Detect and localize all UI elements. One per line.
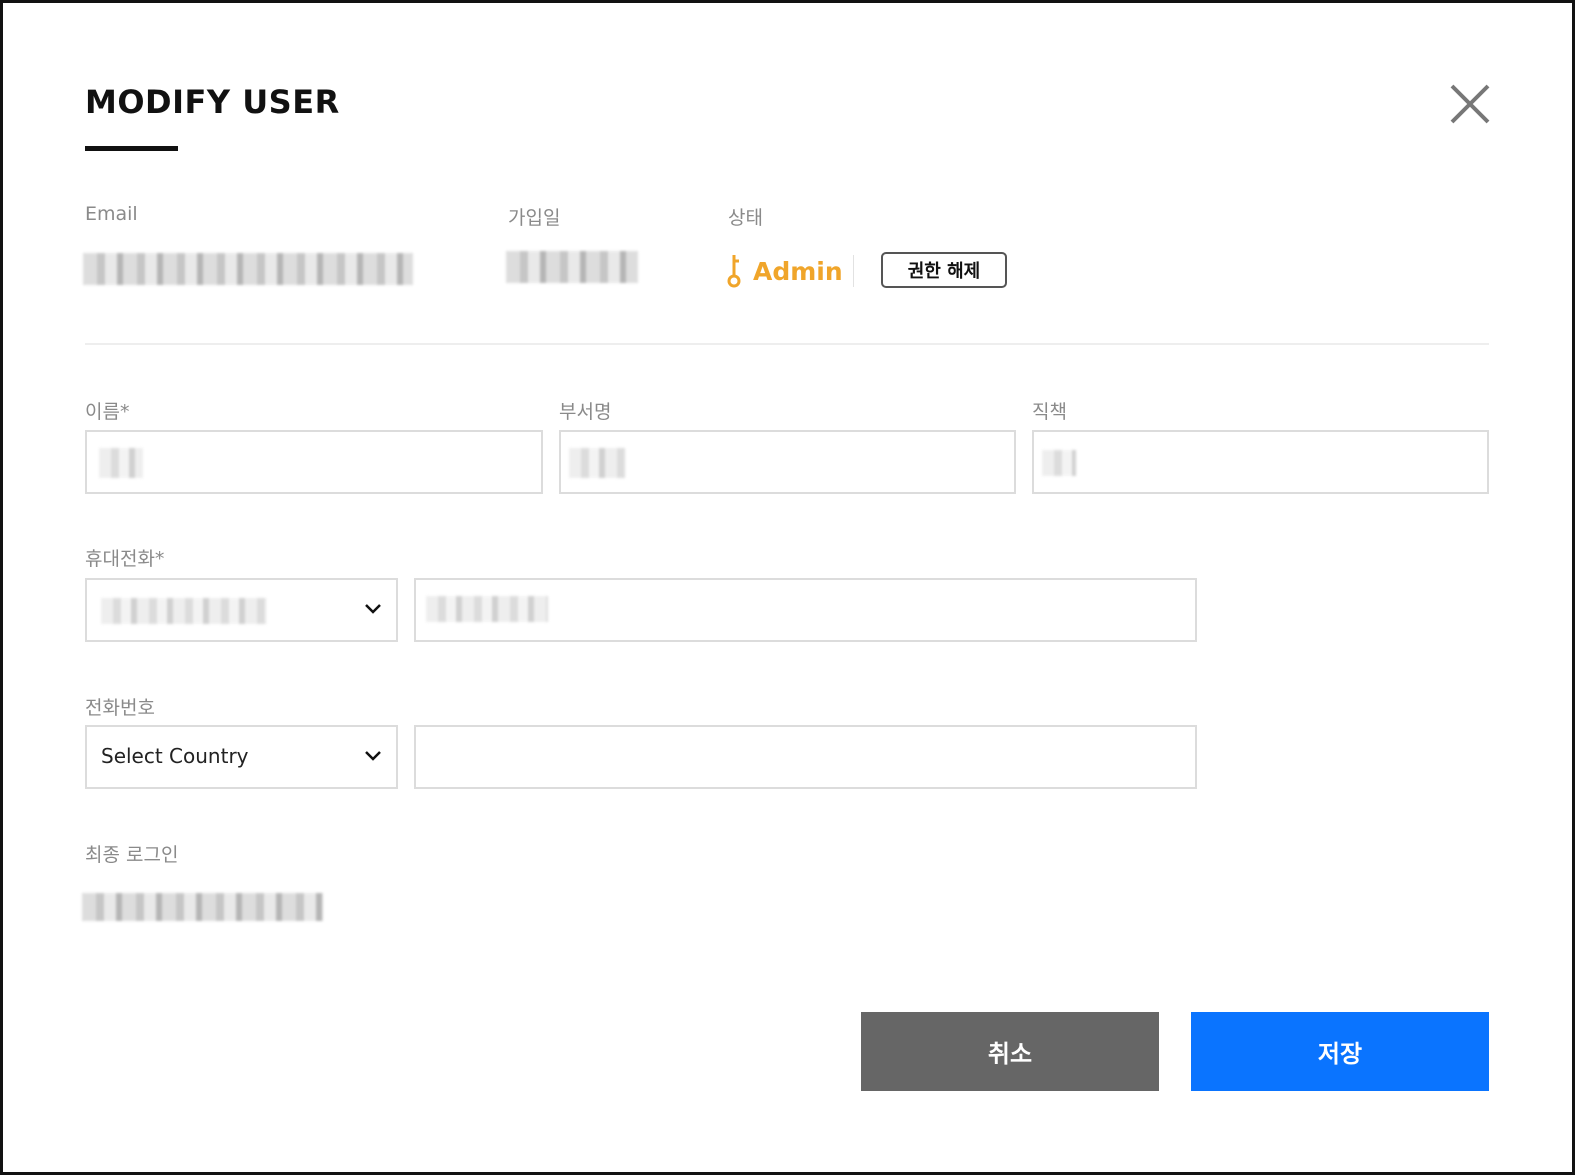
department-input[interactable] [559, 430, 1016, 494]
dialog-title: MODIFY USER [85, 83, 340, 121]
chevron-down-icon [365, 604, 381, 614]
mobile-label: 휴대전화* [85, 548, 165, 570]
phone-country-placeholder: Select Country [101, 744, 249, 768]
last-login-label: 최종 로그인 [85, 844, 179, 866]
chevron-down-icon [365, 751, 381, 761]
last-login-value-redacted [82, 893, 323, 921]
joined-date-value-redacted [506, 251, 638, 283]
title-underline [85, 146, 178, 151]
position-input[interactable] [1032, 430, 1489, 494]
position-label: 직책 [1032, 401, 1067, 423]
department-value-redacted [569, 448, 625, 478]
mobile-number-input[interactable] [414, 578, 1197, 642]
email-value-redacted [83, 253, 413, 285]
department-label: 부서명 [559, 401, 612, 423]
status-label: 상태 [728, 207, 763, 229]
section-divider [85, 343, 1489, 345]
phone-number-input[interactable] [414, 725, 1197, 789]
key-icon [727, 255, 741, 288]
phone-country-select[interactable]: Select Country [85, 725, 398, 789]
close-icon[interactable] [1447, 81, 1493, 127]
mobile-number-value-redacted [426, 596, 548, 622]
name-label: 이름* [85, 401, 130, 423]
position-value-redacted [1042, 450, 1076, 476]
modify-user-dialog: MODIFY USER Email 가입일 상태 Admin 권한 해제 이름*… [0, 0, 1575, 1175]
name-input[interactable] [85, 430, 543, 494]
status-value: Admin [753, 256, 843, 286]
joined-date-label: 가입일 [508, 207, 561, 229]
status-badge: Admin [725, 253, 843, 289]
email-label: Email [85, 203, 138, 225]
mobile-country-select[interactable] [85, 578, 398, 642]
name-value-redacted [99, 448, 143, 478]
mobile-country-value-redacted [101, 598, 267, 624]
cancel-button[interactable]: 취소 [861, 1012, 1159, 1091]
revoke-permission-button[interactable]: 권한 해제 [881, 252, 1007, 288]
save-button[interactable]: 저장 [1191, 1012, 1489, 1091]
phone-label: 전화번호 [85, 697, 155, 719]
status-divider [853, 255, 854, 287]
